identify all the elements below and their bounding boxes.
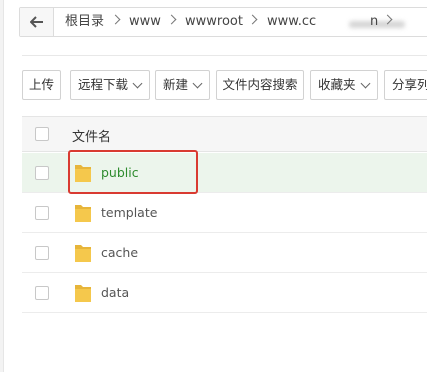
breadcrumb-item-www[interactable]: www bbox=[129, 14, 161, 30]
content-search-button[interactable]: 文件内容搜索 bbox=[216, 70, 304, 100]
folder-icon bbox=[75, 245, 91, 262]
remote-download-label: 远程下载 bbox=[78, 77, 129, 92]
chevron-down-icon bbox=[132, 78, 143, 88]
arrow-left-icon bbox=[29, 16, 43, 28]
folder-icon bbox=[75, 285, 91, 302]
upload-button-label: 上传 bbox=[28, 77, 54, 92]
breadcrumb-item-site[interactable]: www.cc bbox=[267, 14, 316, 30]
row-checkbox[interactable] bbox=[35, 286, 49, 300]
row-checkbox[interactable] bbox=[35, 206, 49, 220]
chevron-down-icon bbox=[360, 78, 370, 88]
select-all-checkbox[interactable] bbox=[35, 127, 49, 141]
chevron-right-icon bbox=[166, 14, 177, 25]
breadcrumb-item-wwwroot[interactable]: wwwroot bbox=[185, 14, 243, 30]
favorites-label: 收藏夹 bbox=[318, 77, 356, 92]
file-table-header: 文件名 bbox=[22, 116, 427, 152]
table-row[interactable]: template bbox=[22, 193, 427, 233]
row-checkbox[interactable] bbox=[35, 166, 49, 180]
file-name-link[interactable]: data bbox=[101, 285, 129, 300]
folder-icon bbox=[75, 205, 91, 222]
highlight-annotation-box bbox=[68, 150, 198, 194]
share-list-label: 分享列 bbox=[392, 77, 427, 92]
breadcrumb-item-root[interactable]: 根目录 bbox=[65, 14, 104, 30]
chevron-right-icon bbox=[247, 14, 258, 25]
divider bbox=[22, 55, 427, 56]
table-row[interactable]: cache bbox=[22, 233, 427, 273]
file-name-link[interactable]: template bbox=[101, 205, 157, 220]
file-name-link[interactable]: cache bbox=[101, 245, 138, 260]
chevron-right-icon bbox=[110, 14, 121, 25]
back-button[interactable] bbox=[20, 8, 54, 36]
new-button[interactable]: 新建 bbox=[155, 70, 210, 100]
content-search-label: 文件内容搜索 bbox=[222, 77, 298, 92]
chevron-down-icon bbox=[192, 78, 203, 88]
breadcrumb-item-site-tail: n bbox=[370, 14, 379, 29]
remote-download-button[interactable]: 远程下载 bbox=[70, 70, 150, 100]
share-list-button[interactable]: 分享列 bbox=[384, 70, 427, 100]
row-checkbox[interactable] bbox=[35, 246, 49, 260]
filename-column-header[interactable]: 文件名 bbox=[72, 126, 111, 145]
favorites-button[interactable]: 收藏夹 bbox=[310, 70, 378, 100]
breadcrumb: 根目录 www wwwroot www.cc n bbox=[19, 7, 427, 37]
upload-button[interactable]: 上传 bbox=[22, 70, 61, 100]
new-button-label: 新建 bbox=[163, 77, 189, 92]
table-row[interactable]: data bbox=[22, 273, 427, 313]
